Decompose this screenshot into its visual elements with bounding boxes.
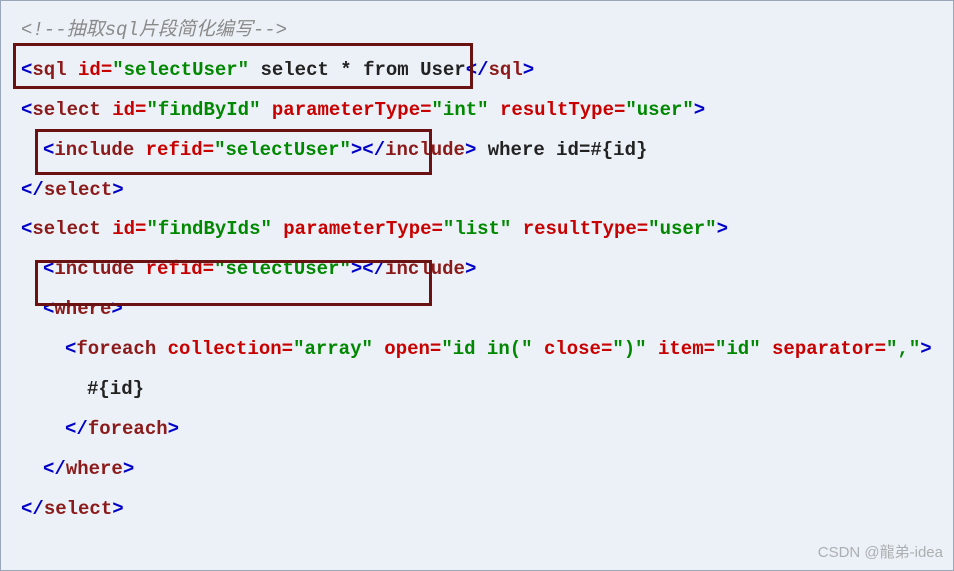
watermark: CSDN @龍弟-idea (818, 541, 943, 562)
select1-close: </select> (21, 171, 933, 211)
where-open: <where> (21, 290, 933, 330)
select1-open: <select id="findById" parameterType="int… (21, 91, 933, 131)
select2-open: <select id="findByIds" parameterType="li… (21, 210, 933, 250)
select1-include: <include refid="selectUser"></include> w… (21, 131, 933, 171)
code-block: <!--抽取sql片段简化编写--> <sql id="selectUser" … (1, 1, 953, 540)
comment-line: <!--抽取sql片段简化编写--> (21, 11, 933, 51)
foreach-open: <foreach collection="array" open="id in(… (21, 330, 933, 370)
foreach-body: #{id} (21, 370, 933, 410)
select2-close: </select> (21, 490, 933, 530)
where-close: </where> (21, 450, 933, 490)
select2-include: <include refid="selectUser"></include> (21, 250, 933, 290)
foreach-close: </foreach> (21, 410, 933, 450)
sql-tag-line: <sql id="selectUser" select * from User<… (21, 51, 933, 91)
